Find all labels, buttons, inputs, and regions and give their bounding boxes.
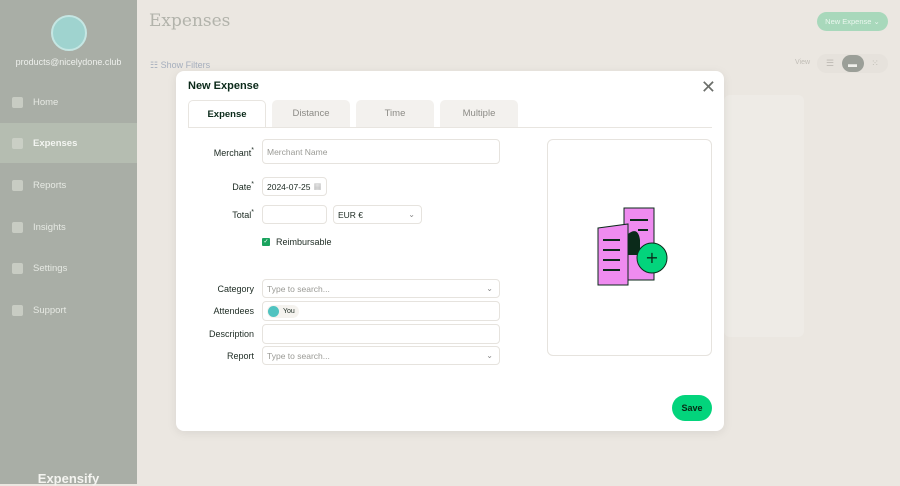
chevron-down-icon: ⌄ — [486, 284, 493, 293]
description-label: Description — [208, 329, 254, 339]
attendees-input[interactable]: You — [262, 301, 500, 321]
receipt-dropzone[interactable]: + — [547, 139, 712, 356]
category-label: Category — [217, 284, 254, 294]
sidebar-item-settings[interactable]: Settings — [0, 248, 137, 288]
sidebar-item-reports[interactable]: Reports — [0, 165, 137, 205]
description-input[interactable] — [262, 324, 500, 344]
category-select[interactable]: Type to search... ⌄ — [262, 279, 500, 298]
list-view-icon[interactable]: ☰ — [819, 55, 841, 72]
sidebar-item-label: Support — [33, 304, 67, 316]
chat-icon — [12, 304, 23, 316]
sidebar-item-label: Settings — [33, 262, 68, 274]
sidebar-item-insights[interactable]: Insights — [0, 207, 137, 247]
compact-view-icon[interactable]: ▬ — [841, 55, 864, 72]
attendees-label: Attendees — [213, 306, 254, 316]
sidebar-item-expenses[interactable]: Expenses — [0, 123, 137, 163]
calendar-icon[interactable]: ▦ — [313, 181, 321, 192]
sidebar: products@nicelydone.club Home Expenses R… — [0, 0, 137, 486]
filter-icon: ☷ — [150, 60, 161, 70]
home-icon — [12, 96, 23, 108]
tab-divider — [188, 127, 712, 128]
sidebar-item-support[interactable]: Support — [0, 290, 137, 330]
attendee-avatar — [268, 305, 279, 317]
attendee-chip[interactable]: You — [267, 304, 299, 318]
sidebar-item-label: Home — [33, 96, 59, 108]
modal-title: New Expense — [188, 80, 259, 92]
new-expense-modal: New Expense ✕ Expense Distance Time Mult… — [176, 71, 724, 431]
reimbursable-field: ✓ Reimbursable — [262, 237, 332, 247]
total-input[interactable] — [262, 205, 327, 224]
view-switcher: ☰ ▬ ⁙ — [817, 54, 888, 73]
document-icon — [12, 179, 23, 191]
save-button[interactable]: Save — [672, 395, 712, 421]
sidebar-item-label: Expenses — [33, 137, 78, 149]
account-email: products@nicelydone.club — [15, 57, 122, 67]
category-placeholder: Type to search... — [267, 283, 330, 294]
report-placeholder: Type to search... — [267, 350, 330, 361]
page-title: Expenses — [149, 11, 231, 31]
receipt-illustration-icon: + — [597, 207, 668, 286]
merchant-placeholder: Merchant Name — [267, 146, 328, 157]
chevron-down-icon: ⌄ — [408, 210, 415, 219]
receipt-icon — [12, 137, 23, 149]
chevron-down-icon: ⌄ — [486, 351, 493, 360]
new-expense-button[interactable]: New Expense ⌄ — [817, 12, 888, 31]
background-card — [724, 95, 804, 337]
date-label: Date* — [232, 181, 254, 192]
tab-time[interactable]: Time — [356, 100, 434, 127]
report-label: Report — [226, 351, 254, 361]
grid-view-icon[interactable]: ⁙ — [864, 55, 886, 72]
avatar[interactable] — [51, 15, 87, 51]
reimbursable-label: Reimbursable — [276, 237, 332, 247]
sidebar-item-label: Insights — [33, 221, 66, 233]
gear-icon — [12, 262, 23, 274]
currency-select[interactable]: EUR € ⌄ — [333, 205, 422, 224]
show-filters-label: Show Filters — [160, 60, 211, 70]
merchant-label: Merchant* — [213, 147, 254, 158]
tab-multiple[interactable]: Multiple — [440, 100, 518, 127]
tab-expense[interactable]: Expense — [188, 100, 266, 127]
attendee-name: You — [283, 307, 295, 315]
report-select[interactable]: Type to search... ⌄ — [262, 346, 500, 365]
merchant-input[interactable]: Merchant Name — [262, 139, 500, 164]
lightbulb-icon — [12, 221, 23, 233]
close-icon[interactable]: ✕ — [701, 77, 716, 98]
sidebar-item-home[interactable]: Home — [0, 82, 137, 122]
date-input[interactable]: 2024-07-25 ▦ — [262, 177, 327, 196]
tab-distance[interactable]: Distance — [272, 100, 350, 127]
view-label: View — [795, 59, 811, 66]
sidebar-item-label: Reports — [33, 179, 67, 191]
reimbursable-checkbox[interactable]: ✓ — [262, 238, 270, 246]
currency-value: EUR € — [338, 209, 364, 220]
date-value: 2024-07-25 — [267, 181, 311, 192]
show-filters-button[interactable]: ☷ Show Filters — [150, 60, 210, 71]
total-label: Total* — [232, 209, 254, 220]
svg-text:+: + — [645, 248, 658, 267]
